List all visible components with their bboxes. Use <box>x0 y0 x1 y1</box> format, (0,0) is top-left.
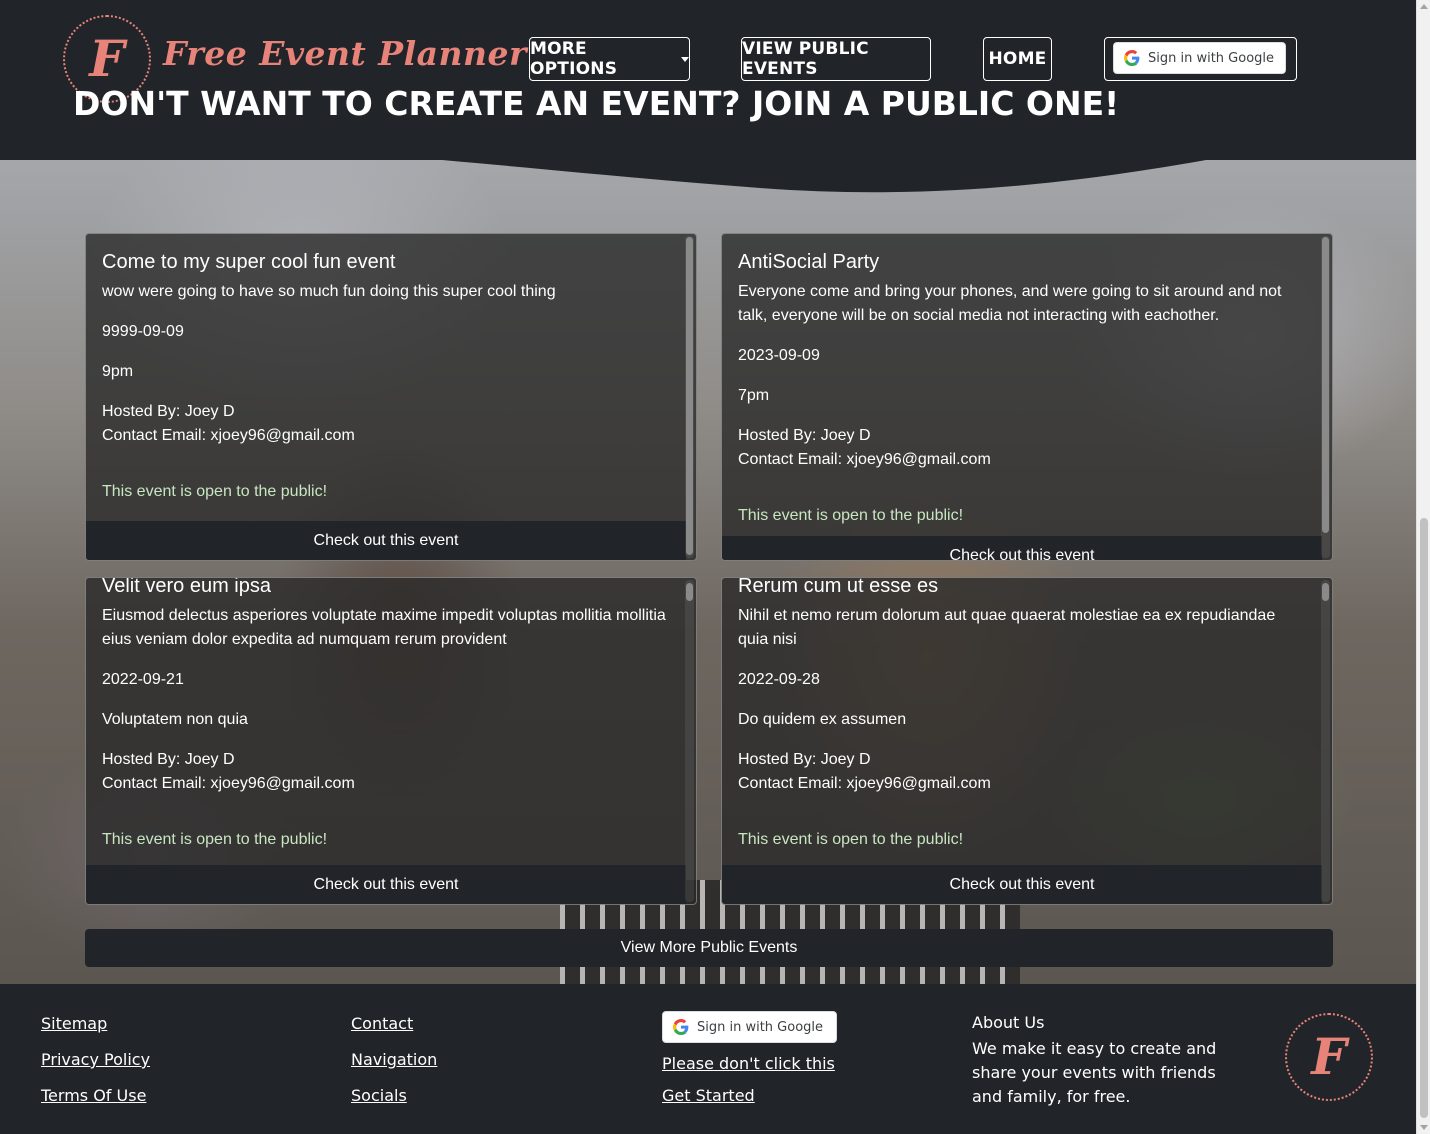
page-scrollbar[interactable] <box>1416 0 1430 1134</box>
card-scrollbar[interactable] <box>685 236 694 558</box>
view-public-events-button[interactable]: VIEW PUBLIC EVENTS <box>741 37 931 81</box>
event-title: Come to my super cool fun event <box>102 251 396 273</box>
card-scrollbar[interactable] <box>685 580 694 902</box>
check-out-event-button[interactable]: Check out this event <box>86 865 686 904</box>
event-public-note: This event is open to the public! <box>102 483 328 500</box>
event-time: 9pm <box>102 363 134 380</box>
event-title: Velit vero eum ipsa <box>102 577 271 597</box>
google-signin-label: Sign in with Google <box>1148 50 1275 66</box>
event-date: 2022-09-21 <box>102 671 184 688</box>
check-out-event-button[interactable]: Check out this event <box>722 536 1322 560</box>
footer-logo[interactable]: F <box>1285 1013 1373 1101</box>
event-description: Everyone come and bring your phones, and… <box>738 283 1282 324</box>
event-card: Come to my super cool fun event wow were… <box>85 233 697 561</box>
event-description: Eiusmod delectus asperiores voluptate ma… <box>102 607 666 648</box>
event-contact: Contact Email: xjoey96@gmail.com <box>738 775 991 792</box>
about-us-title: About Us <box>972 1013 1045 1032</box>
event-contact: Contact Email: xjoey96@gmail.com <box>102 427 355 444</box>
event-public-note: This event is open to the public! <box>738 507 964 524</box>
brand-name[interactable]: Free Event Planner <box>163 34 527 73</box>
event-date: 9999-09-09 <box>102 323 184 340</box>
site-header: F Free Event Planner MORE OPTIONS VIEW P… <box>0 0 1416 160</box>
more-options-label: MORE OPTIONS <box>530 39 618 79</box>
footer-link-dont-click[interactable]: Please don't click this <box>662 1054 835 1073</box>
scroll-down-arrow-icon[interactable] <box>1420 1125 1428 1130</box>
more-options-dropdown[interactable]: MORE OPTIONS <box>529 37 690 81</box>
page-scrollbar-thumb[interactable] <box>1420 518 1428 1118</box>
footer-link-socials[interactable]: Socials <box>351 1086 407 1105</box>
google-g-icon <box>673 1019 689 1035</box>
event-host: Hosted By: Joey D <box>738 427 871 444</box>
event-host: Hosted By: Joey D <box>738 751 871 768</box>
footer-google-signin-button[interactable]: Sign in with Google <box>662 1011 837 1043</box>
event-contact: Contact Email: xjoey96@gmail.com <box>102 775 355 792</box>
footer-link-get-started[interactable]: Get Started <box>662 1086 755 1105</box>
event-description: wow were going to have so much fun doing… <box>102 283 556 300</box>
footer-logo-letter: F <box>1311 1027 1347 1086</box>
event-public-note: This event is open to the public! <box>102 831 328 848</box>
google-signin-label: Sign in with Google <box>697 1019 824 1035</box>
event-card: Rerum cum ut esse es Nihil et nemo rerum… <box>721 577 1333 905</box>
event-host: Hosted By: Joey D <box>102 403 235 420</box>
event-contact: Contact Email: xjoey96@gmail.com <box>738 451 991 468</box>
check-out-event-button[interactable]: Check out this event <box>86 521 686 560</box>
event-card: Velit vero eum ipsa Eiusmod delectus asp… <box>85 577 697 905</box>
event-description: Nihil et nemo rerum dolorum aut quae qua… <box>738 607 1276 648</box>
event-time: Do quidem ex assumen <box>738 711 907 728</box>
about-us-text: We make it easy to create and share your… <box>972 1039 1217 1106</box>
footer-link-terms[interactable]: Terms Of Use <box>41 1086 146 1105</box>
footer-link-contact[interactable]: Contact <box>351 1014 413 1033</box>
footer-link-privacy[interactable]: Privacy Policy <box>41 1050 150 1069</box>
page-headline: DON'T WANT TO CREATE AN EVENT? JOIN A PU… <box>73 84 1120 123</box>
home-button[interactable]: HOME <box>983 37 1052 81</box>
scroll-up-arrow-icon[interactable] <box>1420 4 1428 9</box>
footer-link-sitemap[interactable]: Sitemap <box>41 1014 107 1033</box>
google-g-icon <box>1124 50 1140 66</box>
site-footer: Sitemap Privacy Policy Terms Of Use Cont… <box>0 984 1416 1134</box>
event-date: 2022-09-28 <box>738 671 820 688</box>
event-card: AntiSocial Party Everyone come and bring… <box>721 233 1333 561</box>
event-public-note: This event is open to the public! <box>738 831 964 848</box>
header-google-signin-wrapper: Sign in with Google <box>1104 37 1297 81</box>
event-time: Voluptatem non quia <box>102 711 248 728</box>
view-more-events-button[interactable]: View More Public Events <box>85 929 1333 967</box>
footer-link-navigation[interactable]: Navigation <box>351 1050 437 1069</box>
event-title: AntiSocial Party <box>738 251 880 273</box>
header-google-signin-button[interactable]: Sign in with Google <box>1113 42 1286 74</box>
event-date: 2023-09-09 <box>738 347 820 364</box>
card-scrollbar[interactable] <box>1321 580 1330 902</box>
event-time: 7pm <box>738 387 770 404</box>
event-host: Hosted By: Joey D <box>102 751 235 768</box>
event-title: Rerum cum ut esse es <box>738 577 939 597</box>
check-out-event-button[interactable]: Check out this event <box>722 865 1322 904</box>
caret-down-icon <box>681 56 689 62</box>
card-scrollbar[interactable] <box>1321 236 1330 558</box>
